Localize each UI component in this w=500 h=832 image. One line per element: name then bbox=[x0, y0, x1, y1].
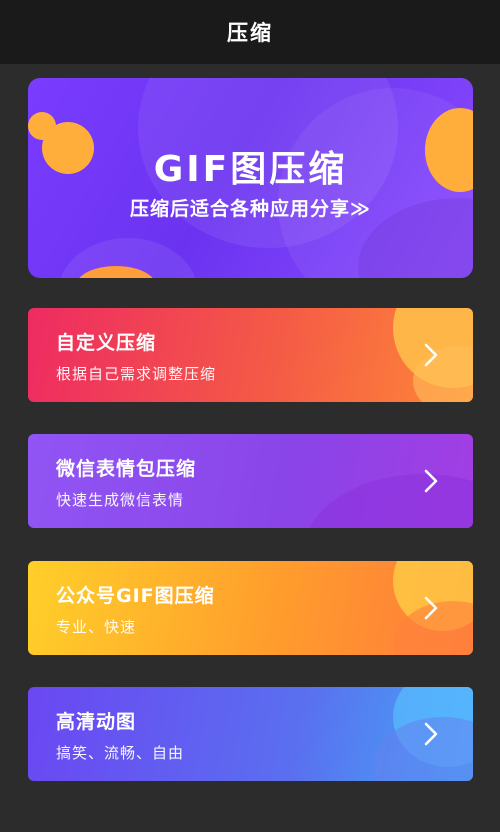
card-subtitle: 专业、快速 bbox=[56, 618, 137, 636]
card-title: 高清动图 bbox=[56, 711, 137, 733]
card-subtitle: 快速生成微信表情 bbox=[56, 491, 185, 509]
custom-compress-card[interactable]: 自定义压缩 根据自己需求调整压缩 bbox=[28, 308, 473, 402]
official-account-gif-compress-card[interactable]: 公众号GIF图压缩 专业、快速 bbox=[28, 561, 473, 655]
chevron-right-icon bbox=[424, 469, 438, 493]
card-decoration bbox=[303, 474, 473, 528]
gif-compress-banner[interactable]: GIF图压缩 压缩后适合各种应用分享≫ bbox=[28, 78, 473, 278]
banner-title: GIF图压缩 bbox=[153, 149, 348, 190]
chevron-right-icon bbox=[424, 596, 438, 620]
hd-gif-card[interactable]: 高清动图 搞笑、流畅、自由 bbox=[28, 687, 473, 781]
card-title: 公众号GIF图压缩 bbox=[56, 585, 215, 607]
banner-subtitle: 压缩后适合各种应用分享≫ bbox=[130, 198, 371, 220]
top-bar: 压缩 bbox=[0, 0, 500, 64]
wechat-sticker-compress-card[interactable]: 微信表情包压缩 快速生成微信表情 bbox=[28, 434, 473, 528]
chevron-right-icon bbox=[424, 343, 438, 367]
page-title: 压缩 bbox=[227, 21, 273, 45]
chevron-right-icon bbox=[424, 722, 438, 746]
card-subtitle: 根据自己需求调整压缩 bbox=[56, 365, 217, 383]
card-subtitle: 搞笑、流畅、自由 bbox=[56, 744, 185, 762]
card-title: 微信表情包压缩 bbox=[56, 458, 197, 480]
card-title: 自定义压缩 bbox=[56, 332, 157, 354]
